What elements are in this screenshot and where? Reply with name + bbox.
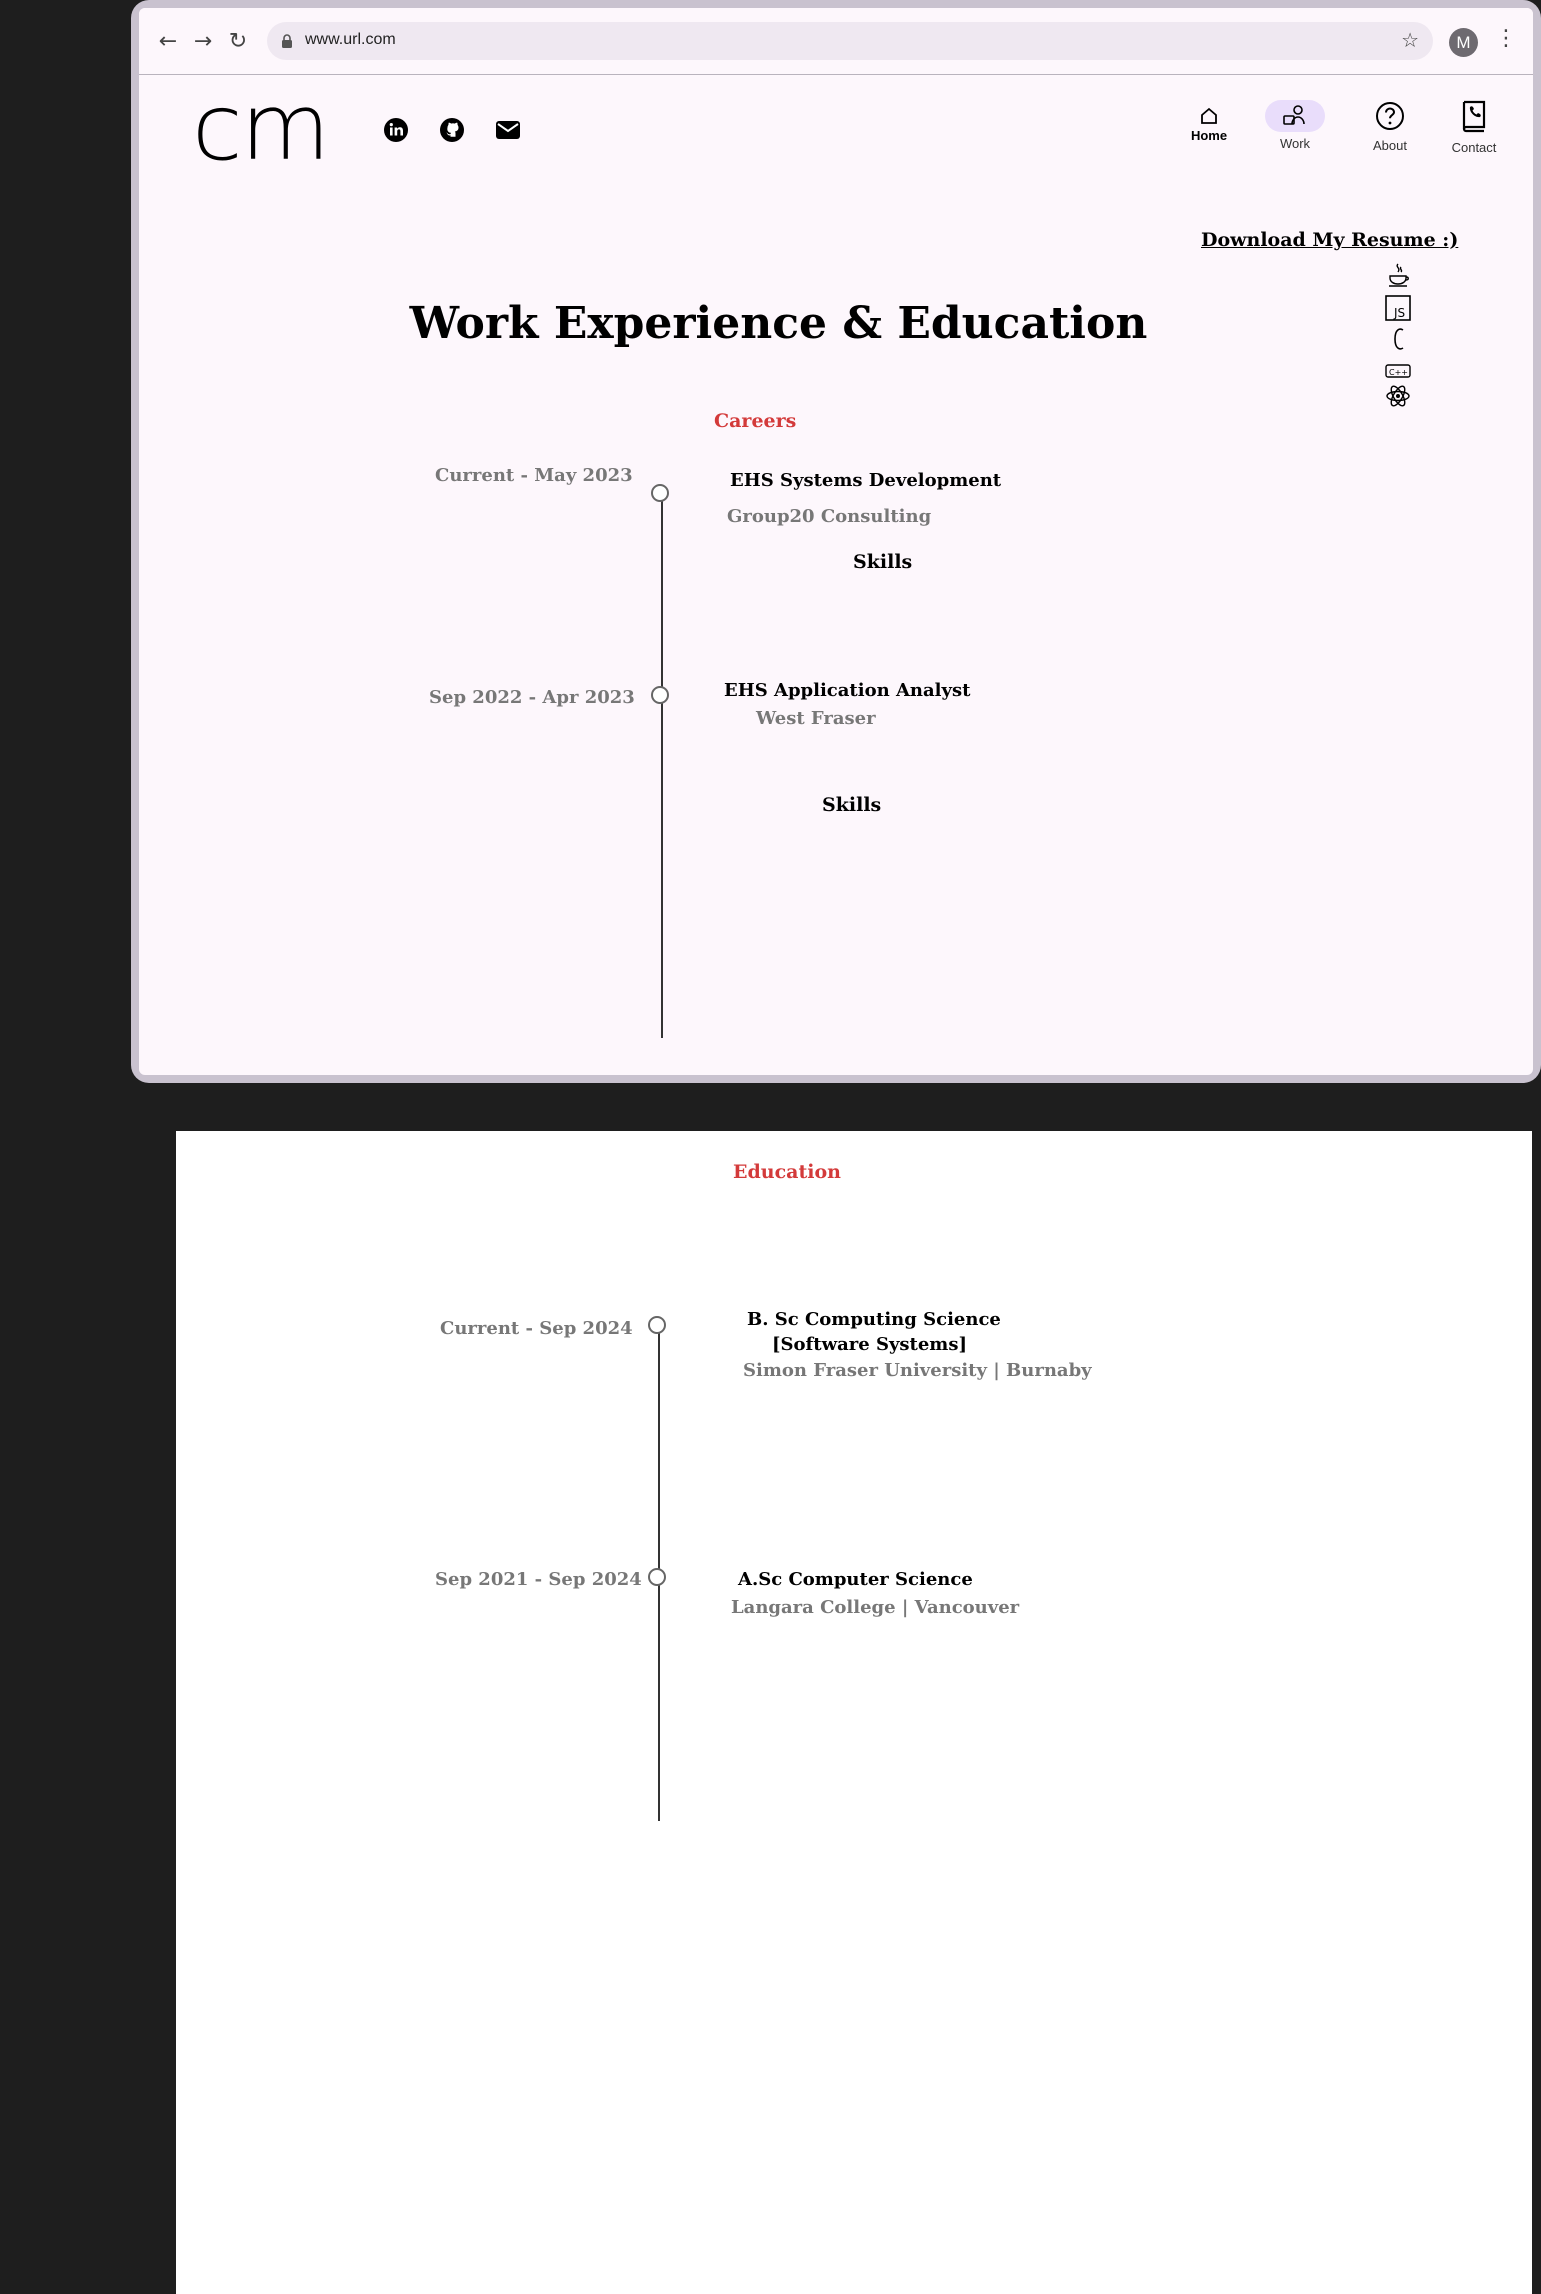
url-text[interactable]: www.url.com bbox=[305, 31, 396, 49]
education-school-1: Simon Fraser University | Burnaby bbox=[743, 1360, 1092, 1381]
nav-about-label: About bbox=[1373, 138, 1407, 153]
browser-toolbar: ← → ↻ www.url.com ☆ M ⋮ bbox=[139, 8, 1533, 75]
question-icon bbox=[1360, 100, 1420, 132]
career-date-1: Current - May 2023 bbox=[435, 465, 633, 486]
education-heading: Education bbox=[733, 1161, 841, 1183]
education-timeline-dot-2 bbox=[648, 1568, 666, 1586]
careers-timeline-dot-1 bbox=[651, 484, 669, 502]
java-icon bbox=[1389, 263, 1409, 287]
browser-viewport: ← → ↻ www.url.com ☆ M ⋮ cm Home Work Abo… bbox=[139, 8, 1533, 1075]
nav-contact-label: Contact bbox=[1451, 140, 1497, 155]
education-page: Education Current - Sep 2024 B. Sc Compu… bbox=[176, 1131, 1532, 2294]
star-icon[interactable]: ☆ bbox=[1401, 28, 1419, 52]
career-skills-2[interactable]: Skills bbox=[822, 794, 881, 816]
linkedin-icon[interactable] bbox=[382, 116, 410, 144]
kebab-menu-icon[interactable]: ⋮ bbox=[1495, 26, 1517, 51]
cpp-icon: C++ bbox=[1385, 364, 1411, 378]
careers-timeline-dot-2 bbox=[651, 686, 669, 704]
education-degree-1: B. Sc Computing Science bbox=[747, 1309, 1001, 1330]
education-date-2: Sep 2021 - Sep 2024 bbox=[435, 1569, 642, 1590]
mail-icon[interactable] bbox=[494, 116, 522, 144]
back-arrow-icon[interactable]: ← bbox=[151, 24, 185, 58]
phone-book-icon bbox=[1444, 100, 1504, 133]
page-title: Work Experience & Education bbox=[409, 298, 1148, 349]
nav-contact[interactable]: Contact bbox=[1434, 100, 1514, 155]
career-role-2: EHS Application Analyst bbox=[724, 680, 971, 701]
career-role-1: EHS Systems Development bbox=[730, 470, 1002, 491]
careers-timeline-line bbox=[661, 494, 663, 1038]
nav-about[interactable]: About bbox=[1350, 100, 1430, 153]
nav-home[interactable]: Home bbox=[1169, 100, 1249, 143]
nav-work-label: Work bbox=[1279, 136, 1311, 151]
work-icon bbox=[1265, 100, 1325, 132]
education-degree-2: A.Sc Computer Science bbox=[738, 1569, 973, 1590]
career-skills-1[interactable]: Skills bbox=[853, 551, 912, 573]
education-timeline-dot-1 bbox=[648, 1316, 666, 1334]
lock-icon bbox=[282, 34, 292, 48]
nav-work[interactable]: Work bbox=[1255, 100, 1335, 151]
career-date-2: Sep 2022 - Apr 2023 bbox=[429, 687, 635, 708]
download-resume-link[interactable]: Download My Resume :) bbox=[1201, 229, 1458, 251]
address-bar[interactable]: www.url.com ☆ bbox=[267, 22, 1433, 60]
forward-arrow-icon[interactable]: → bbox=[186, 24, 220, 58]
svg-text:C++: C++ bbox=[1389, 368, 1408, 377]
nav-home-label: Home bbox=[1190, 128, 1228, 143]
career-org-2: West Fraser bbox=[756, 708, 876, 729]
careers-heading: Careers bbox=[714, 410, 797, 432]
github-icon[interactable] bbox=[438, 116, 466, 144]
site-logo[interactable]: cm bbox=[192, 78, 330, 178]
profile-avatar[interactable]: M bbox=[1449, 28, 1478, 57]
education-date-1: Current - Sep 2024 bbox=[440, 1318, 633, 1339]
career-org-1: Group20 Consulting bbox=[727, 506, 932, 527]
education-school-2: Langara College | Vancouver bbox=[731, 1597, 1020, 1618]
education-degree-1-major: [Software Systems] bbox=[772, 1334, 967, 1355]
react-icon bbox=[1386, 385, 1410, 407]
reload-icon[interactable]: ↻ bbox=[221, 24, 255, 58]
